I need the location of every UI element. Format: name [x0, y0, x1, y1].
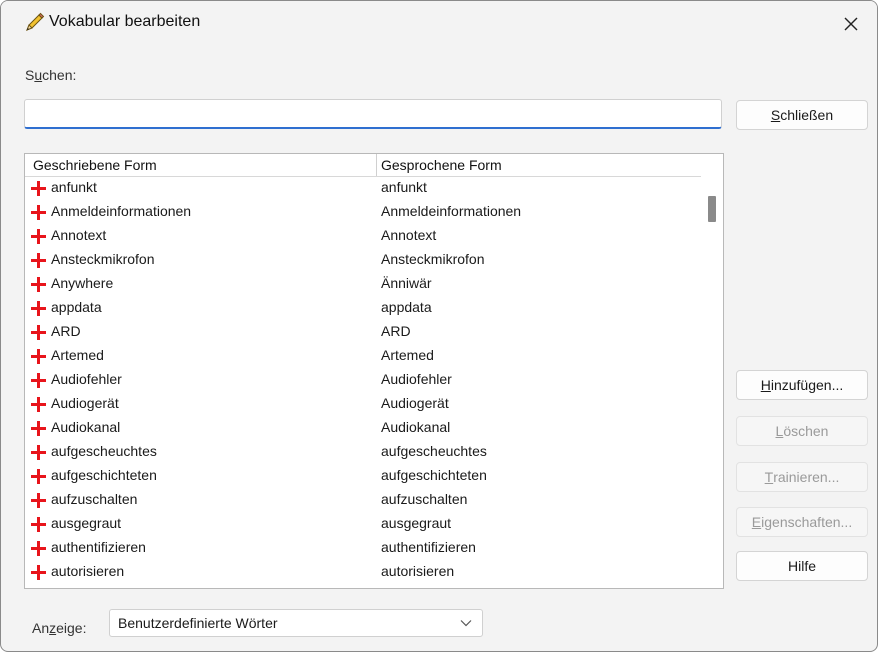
spoken-form: autorisieren [381, 563, 455, 579]
list-row[interactable]: Audiokanal Audiokanal [25, 416, 701, 440]
written-form: aufgeschichteten [51, 467, 157, 483]
add-plus-icon [31, 517, 46, 532]
spoken-form: appdata [381, 299, 432, 315]
list-row[interactable]: Audiofehler Audiofehler [25, 368, 701, 392]
list-row[interactable]: Audiogerät Audiogerät [25, 392, 701, 416]
add-plus-icon [31, 181, 46, 196]
spoken-form: authentifizieren [381, 539, 476, 555]
add-plus-icon [31, 301, 46, 316]
add-plus-icon [31, 373, 46, 388]
add-plus-icon [31, 229, 46, 244]
list-header: Geschriebene Form Gesprochene Form [25, 154, 701, 177]
scrollbar-thumb[interactable] [708, 196, 716, 222]
spoken-form: Audiogerät [381, 395, 449, 411]
spoken-form: anfunkt [381, 179, 427, 195]
close-window-button[interactable] [837, 11, 865, 37]
add-plus-icon [31, 277, 46, 292]
list-row[interactable]: autorisieren autorisieren [25, 560, 701, 584]
spoken-form: Annotext [381, 227, 437, 243]
search-label: Suchen: [25, 67, 77, 83]
spoken-form: ausgegraut [381, 515, 452, 531]
written-form: anfunkt [51, 179, 97, 195]
list-row[interactable]: ARD ARD [25, 320, 701, 344]
add-plus-icon [31, 493, 46, 508]
written-form: Anywhere [51, 275, 114, 291]
list-row[interactable]: Artemed Artemed [25, 344, 701, 368]
spoken-form: Änniwär [381, 275, 432, 291]
add-plus-icon [31, 445, 46, 460]
written-form: Audiokanal [51, 419, 121, 435]
written-form: appdata [51, 299, 102, 315]
written-form: aufzuschalten [51, 491, 138, 507]
add-plus-icon [31, 349, 46, 364]
add-button[interactable]: Hinzufügen... [736, 370, 868, 400]
vertical-scrollbar[interactable] [701, 154, 723, 588]
list-row[interactable]: Anywhere Änniwär [25, 272, 701, 296]
window-title: Vokabular bearbeiten [49, 13, 201, 30]
spoken-form: aufgeschichteten [381, 467, 487, 483]
written-form: Audiofehler [51, 371, 122, 387]
written-form: Anmeldeinformationen [51, 203, 192, 219]
help-button[interactable]: Hilfe [736, 551, 868, 581]
column-header-spoken[interactable]: Gesprochene Form [381, 154, 701, 176]
spoken-form: ARD [381, 323, 411, 339]
written-form: Ansteckmikrofon [51, 251, 155, 267]
spoken-form: Audiokanal [381, 419, 451, 435]
pencil-icon [26, 12, 45, 31]
close-button[interactable]: Schließen [736, 100, 868, 130]
properties-button[interactable]: Eigenschaften... [736, 507, 868, 537]
view-select-value: Benutzerdefinierte Wörter [118, 615, 278, 631]
written-form: aufgescheuchtes [51, 443, 157, 459]
add-plus-icon [31, 325, 46, 340]
chevron-down-icon [460, 620, 472, 627]
written-form: ARD [51, 323, 81, 339]
list-row[interactable]: aufzuschalten aufzuschalten [25, 488, 701, 512]
train-button[interactable]: Trainieren... [736, 462, 868, 492]
search-input[interactable] [24, 99, 722, 129]
add-plus-icon [31, 565, 46, 580]
written-form: ausgegraut [51, 515, 122, 531]
list-row[interactable]: Annotext Annotext [25, 224, 701, 248]
add-plus-icon [31, 397, 46, 412]
spoken-form: Artemed [381, 347, 434, 363]
delete-button[interactable]: Löschen [736, 416, 868, 446]
written-form: authentifizieren [51, 539, 146, 555]
list-row[interactable]: authentifizieren authentifizieren [25, 536, 701, 560]
spoken-form: Anmeldeinformationen [381, 203, 522, 219]
column-header-written[interactable]: Geschriebene Form [33, 154, 377, 176]
spoken-form: Ansteckmikrofon [381, 251, 485, 267]
spoken-form: aufzuschalten [381, 491, 468, 507]
view-select[interactable]: Benutzerdefinierte Wörter [109, 609, 483, 637]
list-rows: anfunkt anfunkt Anmeldeinformationen Anmeld… [25, 176, 701, 584]
vocabulary-list[interactable]: Geschriebene Form Gesprochene Form anfun… [24, 153, 724, 589]
written-form: Audiogerät [51, 395, 119, 411]
add-plus-icon [31, 469, 46, 484]
list-row[interactable]: Ansteckmikrofon Ansteckmikrofon [25, 248, 701, 272]
list-row[interactable]: aufgeschichteten aufgeschichteten [25, 464, 701, 488]
written-form: Artemed [51, 347, 104, 363]
add-plus-icon [31, 205, 46, 220]
view-label: Anzeige: [32, 620, 87, 636]
list-row[interactable]: ausgegraut ausgegraut [25, 512, 701, 536]
written-form: Annotext [51, 227, 107, 243]
list-row[interactable]: appdata appdata [25, 296, 701, 320]
spoken-form: aufgescheuchtes [381, 443, 487, 459]
list-row[interactable]: aufgescheuchtes aufgescheuchtes [25, 440, 701, 464]
add-plus-icon [31, 421, 46, 436]
add-plus-icon [31, 253, 46, 268]
list-row[interactable]: anfunkt anfunkt [25, 176, 701, 200]
vocabulary-dialog: Vokabular bearbeiten Suchen: Schließen G… [0, 0, 878, 652]
add-plus-icon [31, 541, 46, 556]
title-bar: Vokabular bearbeiten [1, 1, 877, 49]
written-form: autorisieren [51, 563, 125, 579]
spoken-form: Audiofehler [381, 371, 452, 387]
list-row[interactable]: Anmeldeinformationen Anmeldeinformationen [25, 200, 701, 224]
close-icon [844, 17, 858, 31]
